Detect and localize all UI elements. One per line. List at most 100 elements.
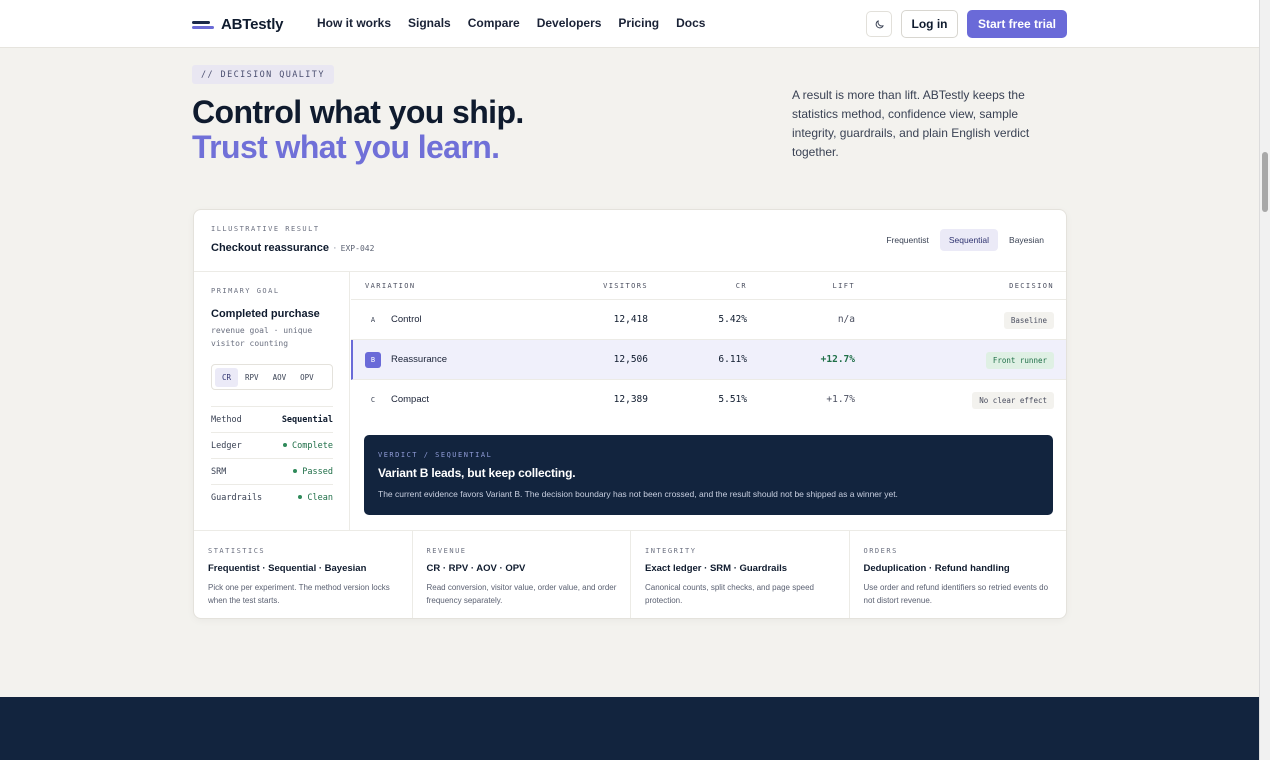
brand-name: ABTestly [221,16,284,33]
main-nav: How it works Signals Compare Developers … [317,16,722,30]
variant-name: Compact [391,394,430,405]
feature-title: Frequentist · Sequential · Bayesian [208,563,367,574]
cr-value: 5.51% [718,394,747,405]
detail-guardrails: Guardrails Clean [211,484,333,510]
status-dot-icon [283,443,288,447]
nav-pricing[interactable]: Pricing [618,16,659,30]
goal-label: PRIMARY GOAL [211,287,280,295]
detail-value: Sequential [281,414,333,425]
card-header: ILLUSTRATIVE RESULT Checkout reassurance… [194,210,1066,272]
feature-description: Pick one per experiment. The method vers… [208,583,390,605]
start-trial-button[interactable]: Start free trial [967,10,1067,38]
nav-docs[interactable]: Docs [676,16,705,30]
feature-label: INTEGRITY [645,547,697,555]
metric-tab-aov[interactable]: AOV [266,368,294,387]
brand-logo[interactable]: ABTestly [192,16,284,33]
hero-title-line2: Trust what you learn. [192,129,500,165]
detail-value: Passed [293,467,333,477]
experiment-name: Checkout reassurance [211,242,329,254]
col-visitors: VISITORS [603,282,648,290]
goal-panel: PRIMARY GOAL Completed purchase revenue … [194,272,350,530]
verdict-label: VERDICT / SEQUENTIAL [378,451,493,459]
tab-bayesian[interactable]: Bayesian [1000,229,1053,251]
result-card: ILLUSTRATIVE RESULT Checkout reassurance… [193,209,1067,619]
feature-description: Canonical counts, split checks, and page… [645,583,814,605]
goal-subtitle: revenue goal · unique visitor counting [211,326,313,348]
results-table: VARIATION VISITORS CR LIFT DECISION A Co… [351,272,1066,420]
nav-signals[interactable]: Signals [408,16,451,30]
col-variation: VARIATION [365,282,416,290]
lift-value: n/a [837,314,855,325]
visitors-value: 12,506 [613,354,648,365]
verdict-title: Variant B leads, but keep collecting. [378,466,576,480]
hero-title: Control what you ship. Trust what you le… [192,95,524,165]
nav-developers[interactable]: Developers [537,16,602,30]
lift-value: +12.7% [820,354,855,365]
feature-description: Read conversion, visitor value, order va… [426,583,617,605]
decision-badge: Front runner [985,352,1054,369]
method-tabs: Frequentist Sequential Bayesian [877,229,1053,251]
feature-title: CR · RPV · AOV · OPV [426,563,526,574]
decision-badge: No clear effect [972,392,1054,409]
detail-key: Guardrails [211,492,263,503]
title-separator: · [333,242,337,254]
feature-title: Exact ledger · SRM · Guardrails [645,563,788,574]
verdict-panel: VERDICT / SEQUENTIAL Variant B leads, bu… [364,435,1053,515]
cr-value: 5.42% [718,314,747,325]
feature-statistics: STATISTICS Frequentist · Sequential · Ba… [194,531,413,618]
tab-sequential[interactable]: Sequential [939,229,999,251]
experiment-title: Checkout reassurance · EXP-042 [211,242,374,254]
col-decision: DECISION [1009,282,1054,290]
theme-toggle-button[interactable] [866,11,892,37]
page-scrollbar[interactable] [1259,0,1270,760]
lift-value: +1.7% [826,394,855,405]
section-eyebrow: // DECISION QUALITY [192,65,334,84]
hero-title-line1: Control what you ship. [192,94,524,130]
feature-grid: STATISTICS Frequentist · Sequential · Ba… [194,530,1067,618]
variant-badge: C [370,396,376,404]
detail-value: Clean [298,493,333,503]
detail-key: Method [211,414,242,425]
detail-srm: SRM Passed [211,458,333,484]
login-button[interactable]: Log in [901,10,958,38]
feature-label: ORDERS [863,547,898,555]
feature-label: STATISTICS [208,547,266,555]
col-lift: LIFT [832,282,855,290]
card-eyebrow: ILLUSTRATIVE RESULT [211,225,320,233]
nav-how-it-works[interactable]: How it works [317,16,391,30]
visitors-value: 12,389 [613,394,648,405]
tab-frequentist[interactable]: Frequentist [877,229,938,251]
metric-tab-opv[interactable]: OPV [293,368,321,387]
detail-key: SRM [211,466,227,477]
top-nav-bar: ABTestly How it works Signals Compare De… [0,0,1259,48]
detail-value: Complete [283,441,333,451]
table-row[interactable]: A Control 12,418 5.42% n/a Baseline [351,300,1066,340]
verdict-description: The current evidence favors Variant B. T… [378,489,898,499]
detail-key: Ledger [211,440,242,451]
feature-orders: ORDERS Deduplication · Refund handling U… [850,531,1067,618]
visitors-value: 12,418 [613,314,648,325]
table-row[interactable]: B Reassurance 12,506 6.11% +12.7% Front … [351,340,1066,380]
table-header: VARIATION VISITORS CR LIFT DECISION [351,272,1066,300]
metric-tab-cr[interactable]: CR [215,367,239,387]
decision-badge: Baseline [1003,312,1054,329]
feature-label: REVENUE [426,547,467,555]
variant-name: Reassurance [391,354,447,365]
scrollbar-thumb[interactable] [1262,152,1268,212]
metric-tab-rpv[interactable]: RPV [238,368,266,387]
table-row[interactable]: C Compact 12,389 5.51% +1.7% No clear ef… [351,380,1066,420]
next-section-band [0,697,1259,760]
col-cr: CR [735,282,747,290]
nav-compare[interactable]: Compare [468,16,520,30]
goal-title: Completed purchase [211,308,320,320]
metric-tabs: CR RPV AOV OPV [211,364,333,390]
variant-name: Control [391,314,422,325]
feature-title: Deduplication · Refund handling [863,563,1010,574]
feature-revenue: REVENUE CR · RPV · AOV · OPV Read conver… [413,531,631,618]
status-dot-icon [298,495,303,499]
detail-ledger: Ledger Complete [211,432,333,458]
cr-value: 6.11% [718,354,747,365]
status-dot-icon [293,469,298,473]
hero-description: A result is more than lift. ABTestly kee… [792,88,1030,159]
experiment-code: EXP-042 [340,244,375,253]
